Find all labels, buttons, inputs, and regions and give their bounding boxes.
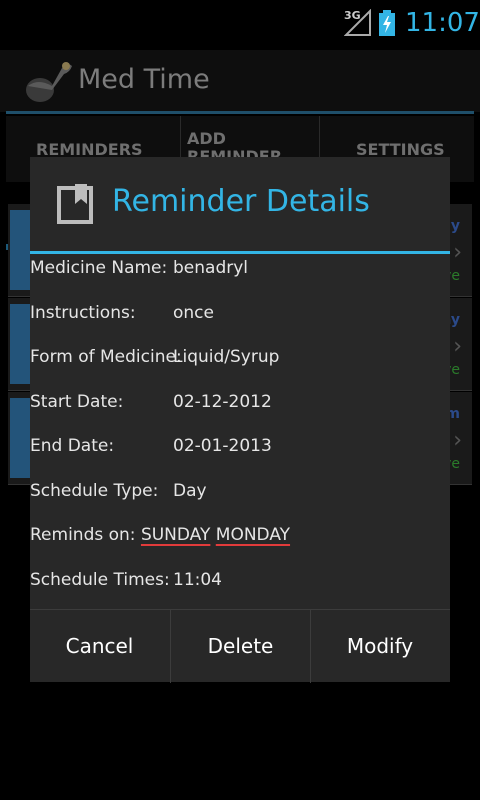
- field-label: Schedule Times:: [30, 570, 170, 590]
- modify-button[interactable]: Modify: [310, 610, 450, 683]
- action-bar-divider: [6, 111, 474, 114]
- field-label: Start Date:: [30, 392, 124, 412]
- reminder-details-dialog: Reminder Details Medicine Name: benadryl…: [30, 157, 450, 683]
- bookmark-icon: [57, 184, 93, 224]
- day-monday: MONDAY: [215, 525, 291, 545]
- reminds-on-line: Reminds on: SUNDAY MONDAY: [30, 525, 290, 545]
- network-type: 3G: [344, 9, 361, 22]
- status-time: 11:07: [405, 8, 480, 38]
- field-value: 02-12-2012: [173, 392, 272, 412]
- app-title: Med Time: [78, 64, 210, 95]
- list-item-thumbnail: [10, 398, 30, 478]
- field-value: Day: [173, 481, 207, 501]
- chevron-right-icon: ›: [453, 240, 462, 265]
- field-schedule-type: Schedule Type: Day: [30, 481, 450, 511]
- field-value: benadryl: [173, 258, 249, 278]
- field-value: 11:04: [173, 570, 222, 590]
- chevron-right-icon: ›: [453, 334, 462, 359]
- list-item-thumbnail: [10, 210, 30, 290]
- battery-charging-icon: [379, 10, 395, 36]
- tab-add-reminder-label: ADD REMINDER: [187, 130, 283, 160]
- dialog-title-divider: [30, 251, 450, 254]
- field-label: Medicine Name:: [30, 258, 168, 278]
- field-medicine-name: Medicine Name: benadryl: [30, 258, 450, 288]
- pill-app-icon: [26, 62, 72, 102]
- list-item-thumbnail: [10, 304, 30, 384]
- field-start-date: Start Date: 02-12-2012: [30, 392, 450, 422]
- field-value: 02-01-2013: [173, 436, 272, 456]
- field-form-of-medicine: Form of Medicine: Liquid/Syrup: [30, 347, 450, 377]
- field-reminds-on: Reminds on: SUNDAY MONDAY: [30, 525, 450, 555]
- field-label: Form of Medicine:: [30, 347, 182, 367]
- day-sunday: SUNDAY: [140, 525, 211, 545]
- dialog-title: Reminder Details: [112, 184, 370, 219]
- status-bar: 3G 11:07: [0, 0, 480, 50]
- field-value: Liquid/Syrup: [173, 347, 280, 367]
- field-label: End Date:: [30, 436, 115, 456]
- field-value: once: [173, 303, 214, 323]
- delete-button[interactable]: Delete: [170, 610, 311, 683]
- dialog-header: Reminder Details: [30, 157, 450, 252]
- field-label: Instructions:: [30, 303, 136, 323]
- cancel-button[interactable]: Cancel: [30, 610, 169, 683]
- field-label: Reminds on:: [30, 525, 136, 545]
- action-bar: Med Time: [0, 50, 480, 112]
- field-label: Schedule Type:: [30, 481, 159, 501]
- field-instructions: Instructions: once: [30, 303, 450, 333]
- dialog-button-bar: Cancel Delete Modify: [30, 609, 450, 683]
- chevron-right-icon: ›: [453, 428, 462, 453]
- field-end-date: End Date: 02-01-2013: [30, 436, 450, 466]
- field-schedule-times: Schedule Times: 11:04: [30, 570, 450, 600]
